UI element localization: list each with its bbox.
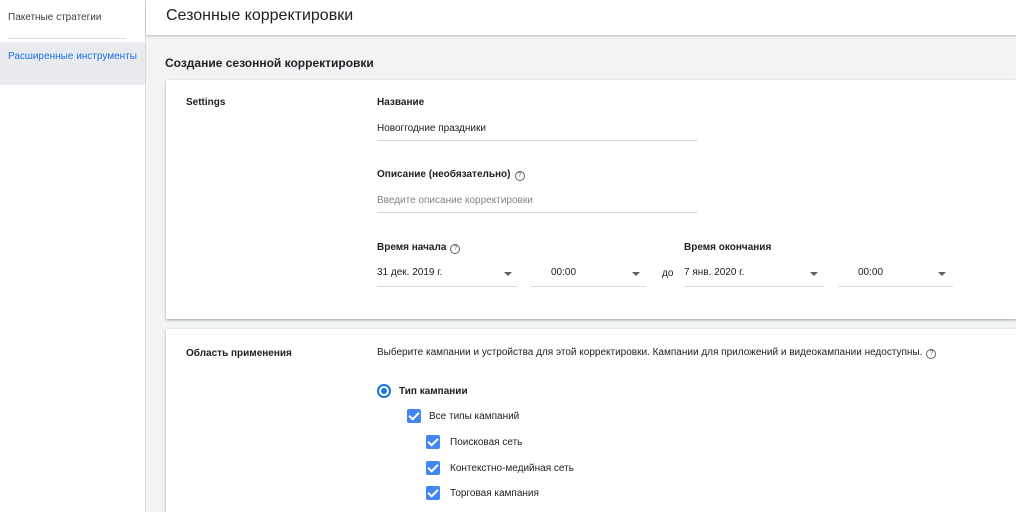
end-time-underline	[838, 286, 953, 287]
help-icon[interactable]: ?	[514, 171, 525, 181]
chevron-down-icon	[810, 272, 818, 276]
description-input-underline	[377, 212, 698, 213]
sidebar: Пакетные стратегии Расширенные инструмен…	[0, 0, 146, 512]
start-date-underline	[377, 286, 517, 287]
to-label: до	[662, 268, 674, 279]
start-date-select[interactable]: 31 дек. 2019 г.	[377, 266, 517, 286]
sidebar-item-batch-strategies[interactable]: Пакетные стратегии	[0, 12, 145, 24]
campaign-type-label: Тип кампании	[399, 386, 468, 397]
section-title: Создание сезонной корректировки	[165, 56, 374, 70]
description-label-text: Описание (необязательно)	[377, 169, 511, 180]
start-time-value: 00:00	[551, 267, 577, 278]
help-icon[interactable]: ?	[450, 244, 461, 254]
settings-card: Settings Название Новоггодние праздники …	[166, 80, 1016, 319]
end-date-value: 7 янв. 2020 г.	[684, 267, 745, 278]
display-network-label: Контекстно-медийная сеть	[450, 463, 574, 474]
shopping-campaign-label: Торговая кампания	[450, 488, 539, 499]
name-label: Название	[377, 97, 425, 108]
chevron-down-icon	[632, 272, 640, 276]
scope-label: Область применения	[186, 348, 292, 359]
sidebar-item-advanced-tools[interactable]: Расширенные инструменты	[0, 42, 145, 85]
search-network-checkbox[interactable]	[426, 435, 440, 449]
start-time-select[interactable]: 00:00	[531, 266, 646, 286]
campaign-type-radio[interactable]	[377, 384, 391, 398]
end-time-value: 00:00	[858, 267, 884, 278]
end-time-select[interactable]: 00:00	[838, 266, 953, 286]
description-input[interactable]: Введите описание корректировки	[377, 195, 533, 206]
help-icon[interactable]: ?	[926, 349, 937, 359]
page-title: Сезонные корректировки	[166, 7, 354, 24]
end-date-underline	[684, 286, 824, 287]
search-network-label: Поисковая сеть	[450, 437, 523, 448]
display-network-checkbox[interactable]	[426, 461, 440, 475]
all-types-checkbox[interactable]	[407, 409, 421, 423]
scope-description: Выберите кампании и устройства для этой …	[377, 347, 937, 359]
start-time-label-text: Время начала	[377, 242, 447, 253]
chevron-down-icon	[504, 272, 512, 276]
header: Сезонные корректировки	[146, 0, 1016, 35]
start-date-value: 31 дек. 2019 г.	[377, 267, 443, 278]
scope-card: Область применения Выберите кампании и у…	[166, 329, 1016, 512]
name-input[interactable]: Новоггодние праздники	[377, 123, 486, 134]
description-label: Описание (необязательно)?	[377, 169, 525, 181]
scope-description-text: Выберите кампании и устройства для этой …	[377, 347, 923, 358]
start-time-label: Время начала?	[377, 242, 461, 254]
chevron-down-icon	[938, 272, 946, 276]
sidebar-divider	[8, 38, 126, 39]
end-time-label: Время окончания	[684, 242, 772, 253]
shopping-campaign-checkbox[interactable]	[426, 486, 440, 500]
settings-label: Settings	[186, 97, 226, 108]
name-input-underline	[377, 140, 698, 141]
start-time-underline	[531, 286, 646, 287]
all-types-label: Все типы кампаний	[429, 411, 520, 422]
end-date-select[interactable]: 7 янв. 2020 г.	[684, 266, 824, 286]
